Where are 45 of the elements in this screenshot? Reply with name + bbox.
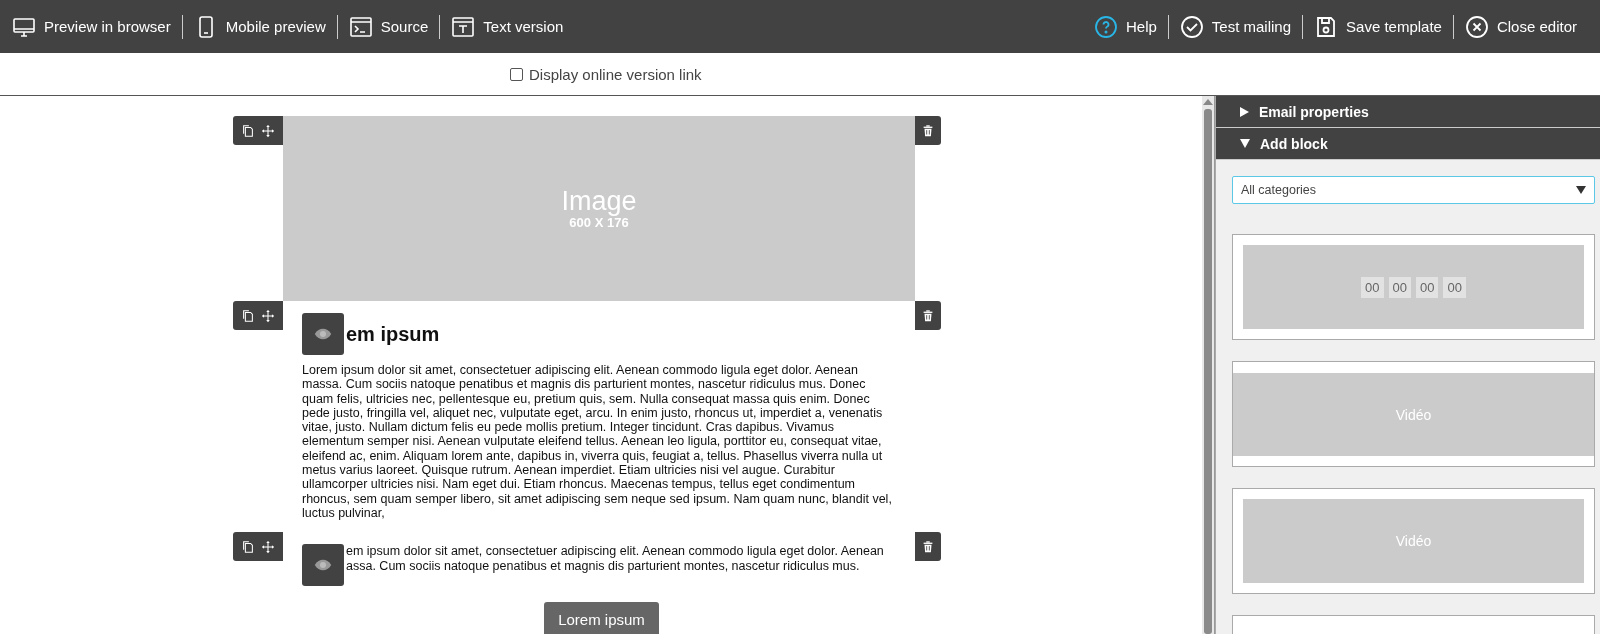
caret-icon: [1240, 139, 1250, 148]
toolbar-button[interactable]: Text version: [439, 14, 575, 39]
delete-icon[interactable]: [915, 301, 941, 330]
section-title: Email properties: [1259, 103, 1369, 120]
toolbar-button[interactable]: Mobile preview: [181, 14, 337, 39]
toolbar-button[interactable]: Test mailing: [1167, 14, 1303, 39]
toolbar-button[interactable]: Save template: [1302, 14, 1453, 39]
paragraph: em ipsum dolor sit amet, consectetuer adipiscing elit. Aenean commodo ligula eget dolor. Aenean assa. Cum sociis natoque penatibus et magnis dis parturient montes, nascetur ridiculus mus.: [346, 544, 885, 575]
toolbar-button[interactable]: Close editor: [1452, 14, 1588, 39]
toolbar-button[interactable]: Source: [336, 14, 440, 39]
copy-icon[interactable]: [241, 308, 255, 323]
move-icon[interactable]: [261, 539, 275, 554]
content-button[interactable]: Lorem ipsum: [544, 602, 659, 634]
heading: em ipsum: [345, 322, 440, 346]
check-icon: [1179, 14, 1204, 39]
visibility-button[interactable]: [302, 544, 344, 587]
eye-icon: [314, 559, 332, 572]
eye-icon: [314, 328, 332, 340]
copy-icon[interactable]: [241, 123, 255, 138]
delete-icon[interactable]: [915, 116, 941, 145]
checkbox-label: Display online version link: [529, 65, 702, 83]
move-icon[interactable]: [261, 308, 275, 323]
visibility-button[interactable]: [302, 313, 344, 355]
copy-icon[interactable]: [241, 539, 255, 554]
toolbar-button[interactable]: Preview in browser: [12, 14, 182, 39]
countdown-digits: 00: [1443, 276, 1466, 298]
countdown-digits: 00: [1388, 276, 1411, 298]
terminal-icon: [348, 14, 373, 39]
paragraph: Lorem ipsum dolor sit amet, consectetuer adipiscing elit. Aenean commodo ligula eget dolor. Aenean massa. Cum sociis natoque penatibus et magnis dis parturient montes, nascetur ridiculus mus. Donec quam felis, ultricies nec, pellentesque eu, pretium quis, sem. Nulla consequat massa quis enim. Donec pede justo, fringilla vel, aliquet nec, vulputate eget, arcu. In enim justo, rhoncus ut, imperdiet a, venenatis vitae, justo. Nullam dictum felis eu pede mollis pretium. Integer tincidunt. Cras dapibus. Vivamus elementum semper nisi. Aenean vulputate eleifend tellus. Aenean leo ligula, porttitor eu, consequat vitae, eleifend ac, enim. Aliquam lorem ante, dapibus in, viverra quis, feugiat a, tellus. Phasellus viverra nulla ut metus varius laoreet. Quisque rutrum. Aenean imperdiet. Etiam ultricies nisi vel augue. Curabitur ullamcorper ultricies nisi. Nam eget dui. Etiam rhoncus. Maecenas tempus, tellus eget condimentum rhoncus, sem quam semper libero, sit amet adipiscing sem neque sed ipsum. Nam quam nunc, blandit vel, luctus pulvinar,: [302, 363, 892, 521]
toolbar-button[interactable]: Help: [1094, 14, 1168, 39]
delete-icon[interactable]: [915, 532, 941, 562]
checkbox[interactable]: [510, 67, 523, 81]
section-title: Add block: [1260, 135, 1328, 152]
countdown-digits: 00: [1361, 276, 1384, 298]
template-card[interactable]: 00 00 00 00: [1232, 234, 1595, 340]
text-icon: [451, 14, 476, 39]
caret-icon: [1240, 106, 1249, 117]
section-header[interactable]: Add block: [1216, 128, 1600, 160]
section-header[interactable]: Email properties: [1216, 96, 1600, 128]
close-icon: [1464, 14, 1489, 39]
category-select[interactable]: All categories: [1232, 176, 1595, 204]
scrollbar[interactable]: [1202, 96, 1215, 634]
help-icon: [1094, 14, 1118, 39]
countdown-digits: 00: [1416, 276, 1439, 298]
move-icon[interactable]: [261, 123, 275, 138]
